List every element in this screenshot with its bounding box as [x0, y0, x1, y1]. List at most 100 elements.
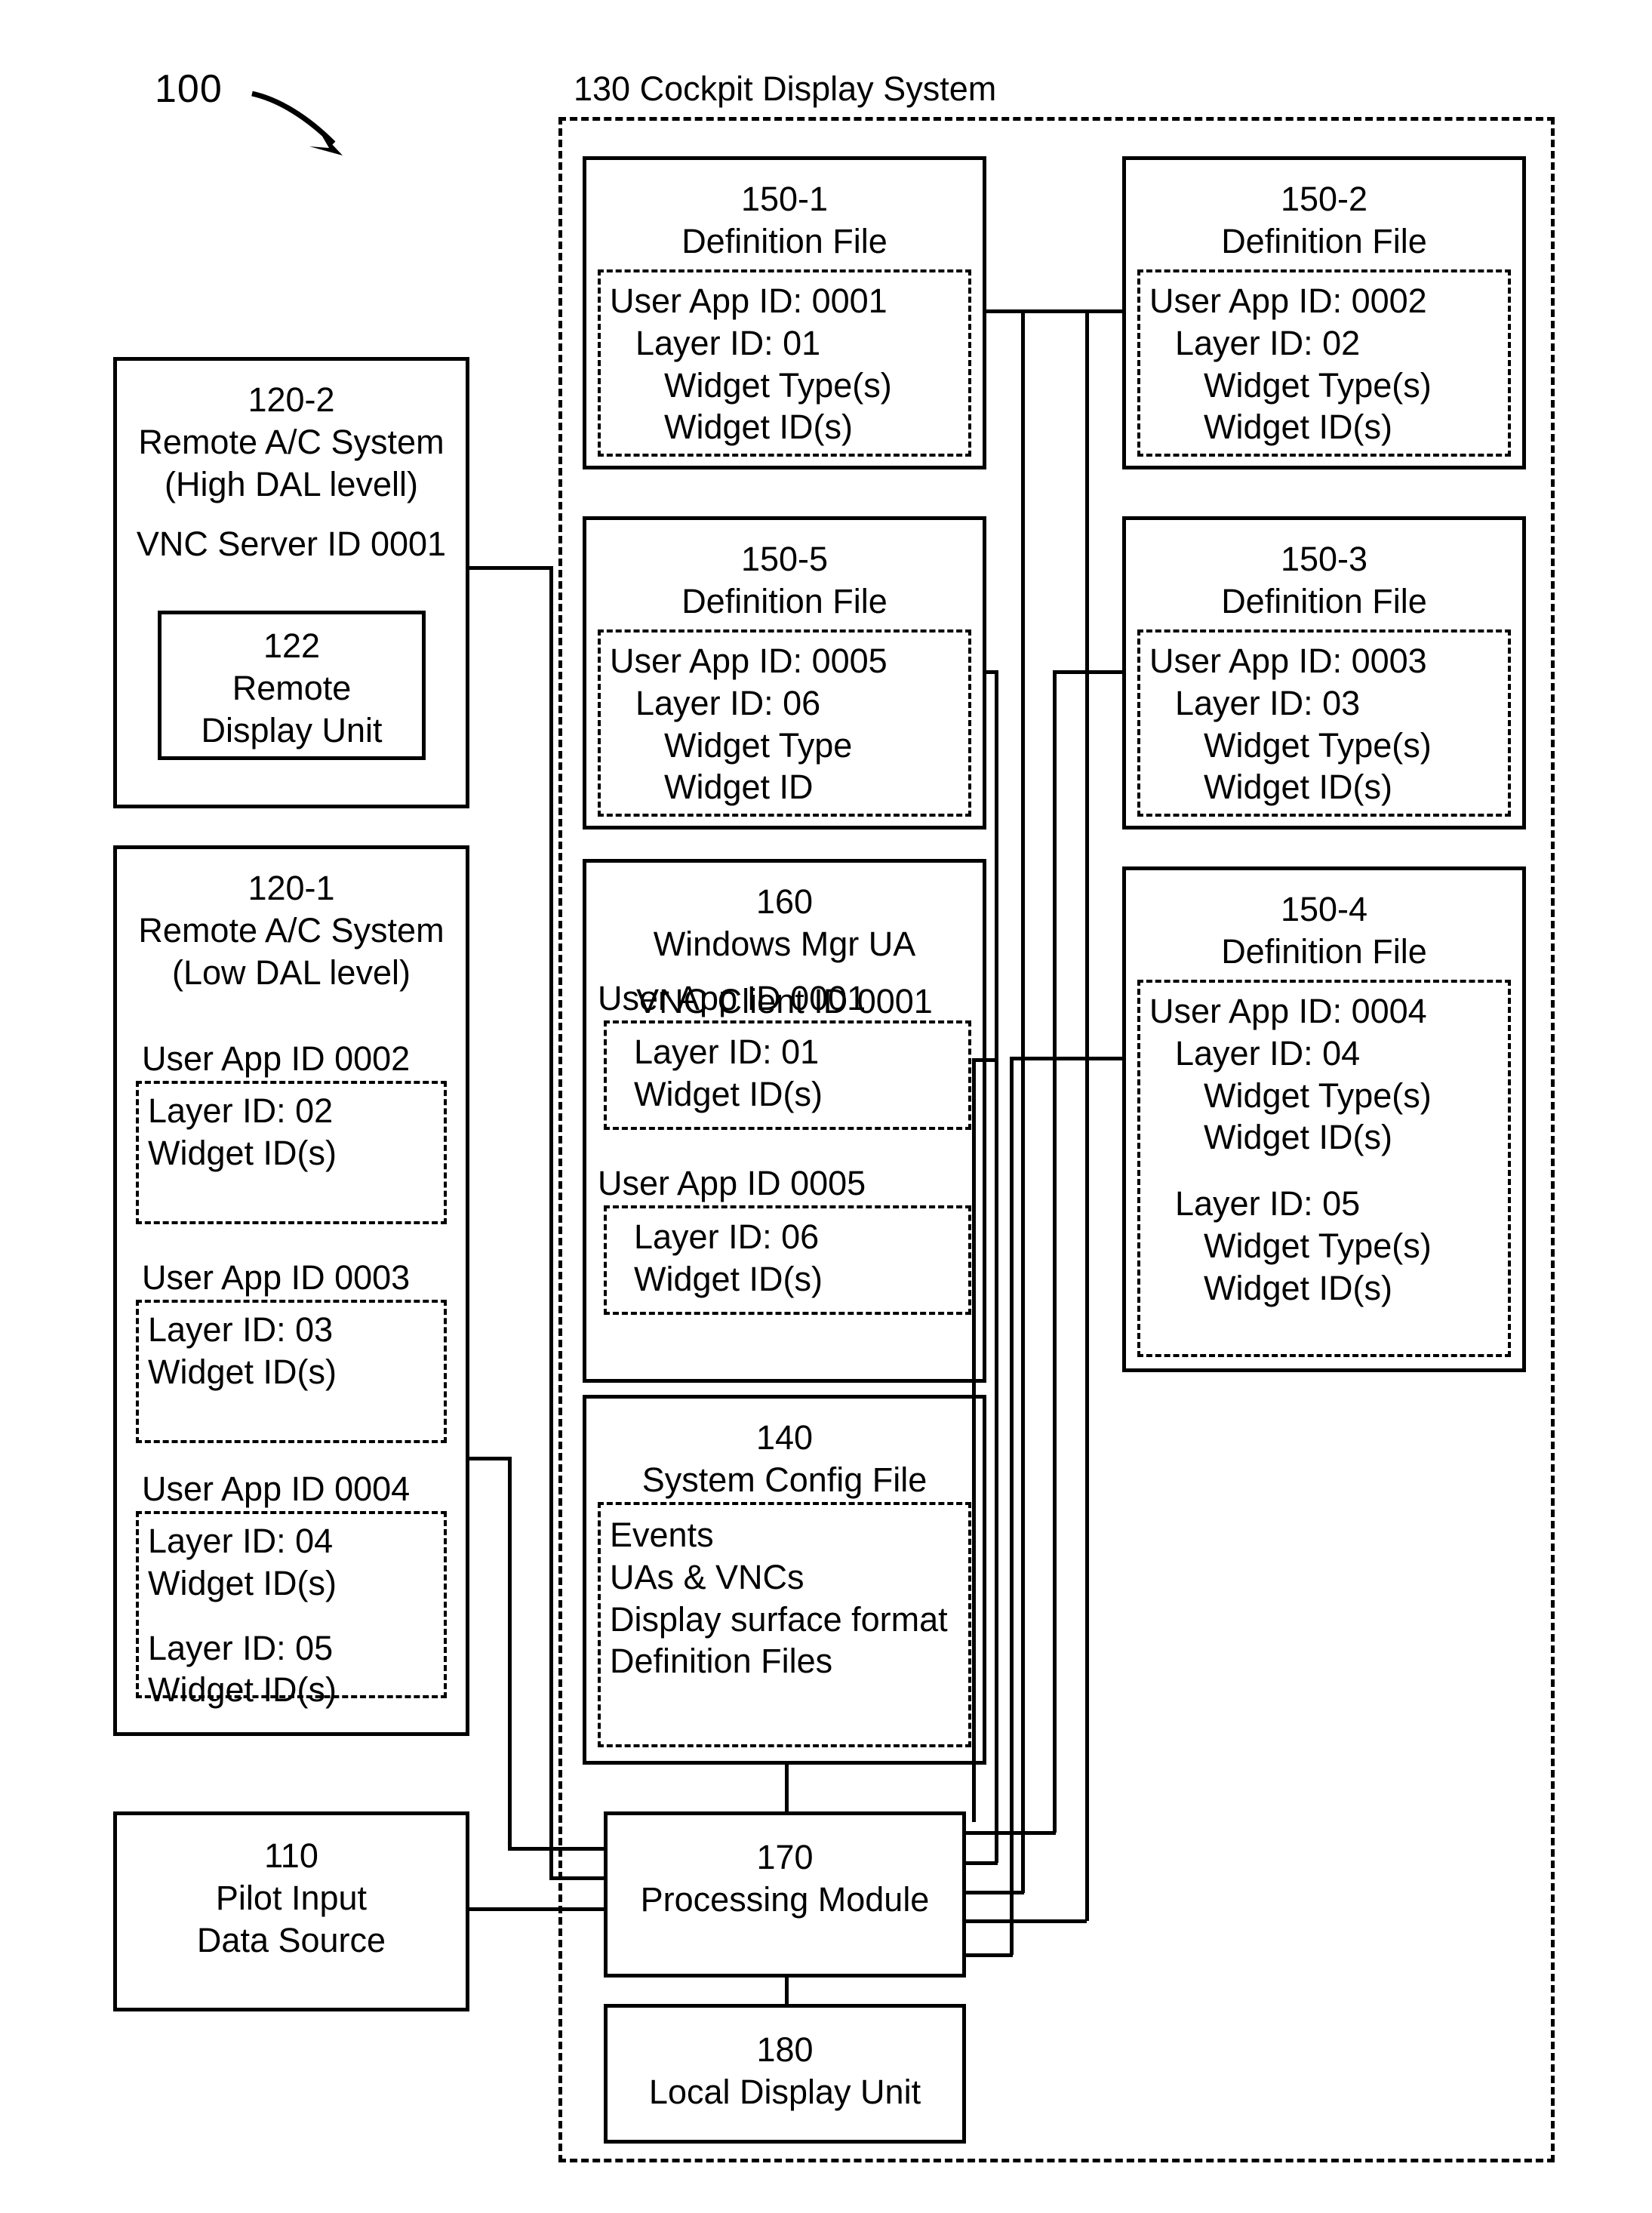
remote-120-2-vnc-server: VNC Server ID 0001 — [136, 525, 447, 564]
def-150-2-detail-block: User App ID: 0002 Layer ID: 02 Widget Ty… — [1137, 269, 1511, 457]
remote-120-1-app-1-header: User App ID 0003 — [142, 1258, 411, 1297]
remote-120-1-app-0-line-1: Widget ID(s) — [148, 1133, 337, 1172]
connector-120-1-stub — [469, 1457, 511, 1460]
processing-module-170[interactable]: 170 Processing Module — [604, 1811, 966, 1978]
remote-120-2-title: Remote A/C System — [138, 422, 445, 461]
win-mgr-app-b-line-1: Widget ID(s) — [634, 1259, 823, 1298]
def-150-4-line-2: Widget Type(s) — [1204, 1076, 1432, 1115]
def-150-1-line-3: Widget ID(s) — [664, 408, 854, 447]
figure-arrow-icon — [251, 91, 343, 155]
def-150-3-line-1: Layer ID: 03 — [1175, 683, 1361, 722]
connector-150-4-stub — [1011, 1057, 1124, 1060]
pilot-110-id: 110 — [264, 1836, 318, 1875]
win-mgr-title: Windows Mgr UA — [653, 924, 916, 963]
def-150-3-id: 150-3 — [1280, 540, 1368, 578]
connector-150-1-to-170 — [966, 1919, 1087, 1923]
remote-120-1-app-2-line-0: Layer ID: 04 — [148, 1522, 334, 1560]
def-150-5-line-1: Layer ID: 06 — [635, 683, 821, 722]
connector-120-2-vertical — [549, 566, 553, 1878]
connector-150-4-to-170 — [966, 1953, 1013, 1957]
def-150-5-line-2: Widget Type — [664, 725, 853, 765]
def-150-4-line-1: Layer ID: 04 — [1175, 1033, 1361, 1073]
connector-120-1-vertical — [508, 1457, 512, 1849]
def-150-4-line-6: Widget ID(s) — [1204, 1268, 1393, 1307]
def-150-3-detail-block: User App ID: 0003 Layer ID: 03 Widget Ty… — [1137, 629, 1511, 817]
def-150-2-line-0: User App ID: 0002 — [1149, 282, 1427, 320]
win-mgr-app-a-line-0: Layer ID: 01 — [634, 1033, 820, 1071]
def-150-1-detail-block: User App ID: 0001 Layer ID: 01 Widget Ty… — [598, 269, 971, 457]
def-150-5-line-0: User App ID: 0005 — [610, 642, 888, 680]
remote-120-2-dal: (High DAL levell) — [165, 464, 418, 503]
win-mgr-app-a-block: Layer ID: 01 Widget ID(s) — [604, 1020, 971, 1130]
pilot-input-data-source-110[interactable]: 110 Pilot Input Data Source — [113, 1811, 469, 2011]
def-150-2-line-2: Widget Type(s) — [1204, 365, 1432, 405]
sys-config-line-1: UAs & VNCs — [610, 1557, 804, 1596]
connector-150-2-to-170 — [966, 1891, 1024, 1894]
def-150-3-line-2: Widget Type(s) — [1204, 725, 1432, 765]
connector-150-5-to-170 — [966, 1861, 998, 1865]
def-150-5-title: Definition File — [681, 581, 888, 620]
def-150-1-line-2: Widget Type(s) — [664, 365, 892, 405]
connector-150-3-vertical — [1053, 670, 1057, 1833]
pilot-110-line2: Data Source — [196, 1920, 386, 1959]
def-150-4-title: Definition File — [1221, 931, 1427, 971]
system-boundary-label: 130 Cockpit Display System — [574, 69, 997, 108]
remote-120-1-app-0-line-0: Layer ID: 02 — [148, 1091, 334, 1130]
remote-120-1-app-2-line-1: Widget ID(s) — [148, 1563, 337, 1602]
def-150-4-line-4: Layer ID: 05 — [1175, 1184, 1361, 1223]
figure-canvas: 100 130 Cockpit Display System 150-1 Def… — [0, 0, 1652, 2213]
pilot-110-line1: Pilot Input — [215, 1878, 368, 1917]
win-mgr-app-a-line-1: Widget ID(s) — [634, 1074, 823, 1113]
figure-number: 100 — [155, 67, 223, 111]
connector-150-1-vertical — [1085, 309, 1089, 1921]
def-150-1-line-1: Layer ID: 01 — [635, 323, 821, 362]
def-150-2-line-1: Layer ID: 02 — [1175, 323, 1361, 362]
def-150-1-id: 150-1 — [740, 180, 829, 218]
remote-display-unit-122[interactable]: 122 Remote Display Unit — [158, 611, 426, 760]
local-display-unit-180[interactable]: 180 Local Display Unit — [604, 2004, 966, 2144]
win-mgr-app-b-header: User App ID 0005 — [598, 1164, 866, 1202]
win-mgr-app-b-line-0: Layer ID: 06 — [634, 1217, 820, 1256]
def-150-3-title: Definition File — [1221, 581, 1427, 620]
connector-150-4-vertical — [1010, 1057, 1014, 1955]
sys-config-detail-block: Events UAs & VNCs Display surface format… — [598, 1502, 971, 1747]
connector-120-2-to-170 — [549, 1876, 606, 1880]
def-150-5-id: 150-5 — [740, 540, 829, 578]
sys-config-line-2: Display surface format — [610, 1599, 948, 1639]
remote-120-1-app-2-spacer — [148, 1605, 444, 1627]
connector-110-to-170 — [469, 1907, 606, 1911]
connector-120-1-to-170 — [508, 1847, 606, 1851]
connector-150-3-stub — [1054, 670, 1124, 674]
connector-150-2-stub — [1023, 309, 1124, 313]
def-150-2-line-3: Widget ID(s) — [1204, 408, 1393, 447]
connector-150-5-vertical — [995, 670, 998, 1863]
remote-120-1-app-0-header: User App ID 0002 — [142, 1039, 411, 1078]
remote-120-1-app-1-block: Layer ID: 03 Widget ID(s) — [136, 1300, 447, 1443]
def-150-4-detail-block: User App ID: 0004 Layer ID: 04 Widget Ty… — [1137, 980, 1511, 1357]
def-150-4-id: 150-4 — [1280, 890, 1368, 928]
connector-140-to-170 — [785, 1765, 789, 1811]
connector-160-vertical — [972, 1058, 976, 1822]
remote-122-id: 122 — [263, 626, 321, 665]
local-180-id: 180 — [756, 2030, 814, 2069]
win-mgr-id: 160 — [755, 882, 814, 921]
connector-170-to-180 — [785, 1978, 789, 2004]
remote-122-line2: Display Unit — [201, 710, 383, 749]
connector-150-2-vertical — [1021, 309, 1025, 1893]
remote-120-2-id: 120-2 — [248, 380, 335, 419]
def-150-3-line-3: Widget ID(s) — [1204, 768, 1393, 807]
remote-120-1-app-0-block: Layer ID: 02 Widget ID(s) — [136, 1081, 447, 1224]
connector-160-stub2 — [972, 1058, 998, 1062]
def-150-4-line-5: Widget Type(s) — [1204, 1226, 1432, 1265]
remote-122-line1: Remote — [232, 668, 352, 707]
sys-config-title: System Config File — [641, 1460, 928, 1499]
win-mgr-app-b-block: Layer ID: 06 Widget ID(s) — [604, 1205, 971, 1315]
def-150-3-line-0: User App ID: 0003 — [1149, 642, 1427, 680]
remote-120-1-app-2-line-4: Widget ID(s) — [148, 1670, 337, 1710]
processing-170-id: 170 — [756, 1838, 814, 1876]
remote-120-1-app-2-line-3: Layer ID: 05 — [148, 1628, 334, 1667]
remote-120-1-id: 120-1 — [248, 869, 335, 907]
def-150-2-title: Definition File — [1221, 221, 1427, 260]
sys-config-line-0: Events — [610, 1516, 714, 1554]
sys-config-id: 140 — [755, 1418, 814, 1457]
